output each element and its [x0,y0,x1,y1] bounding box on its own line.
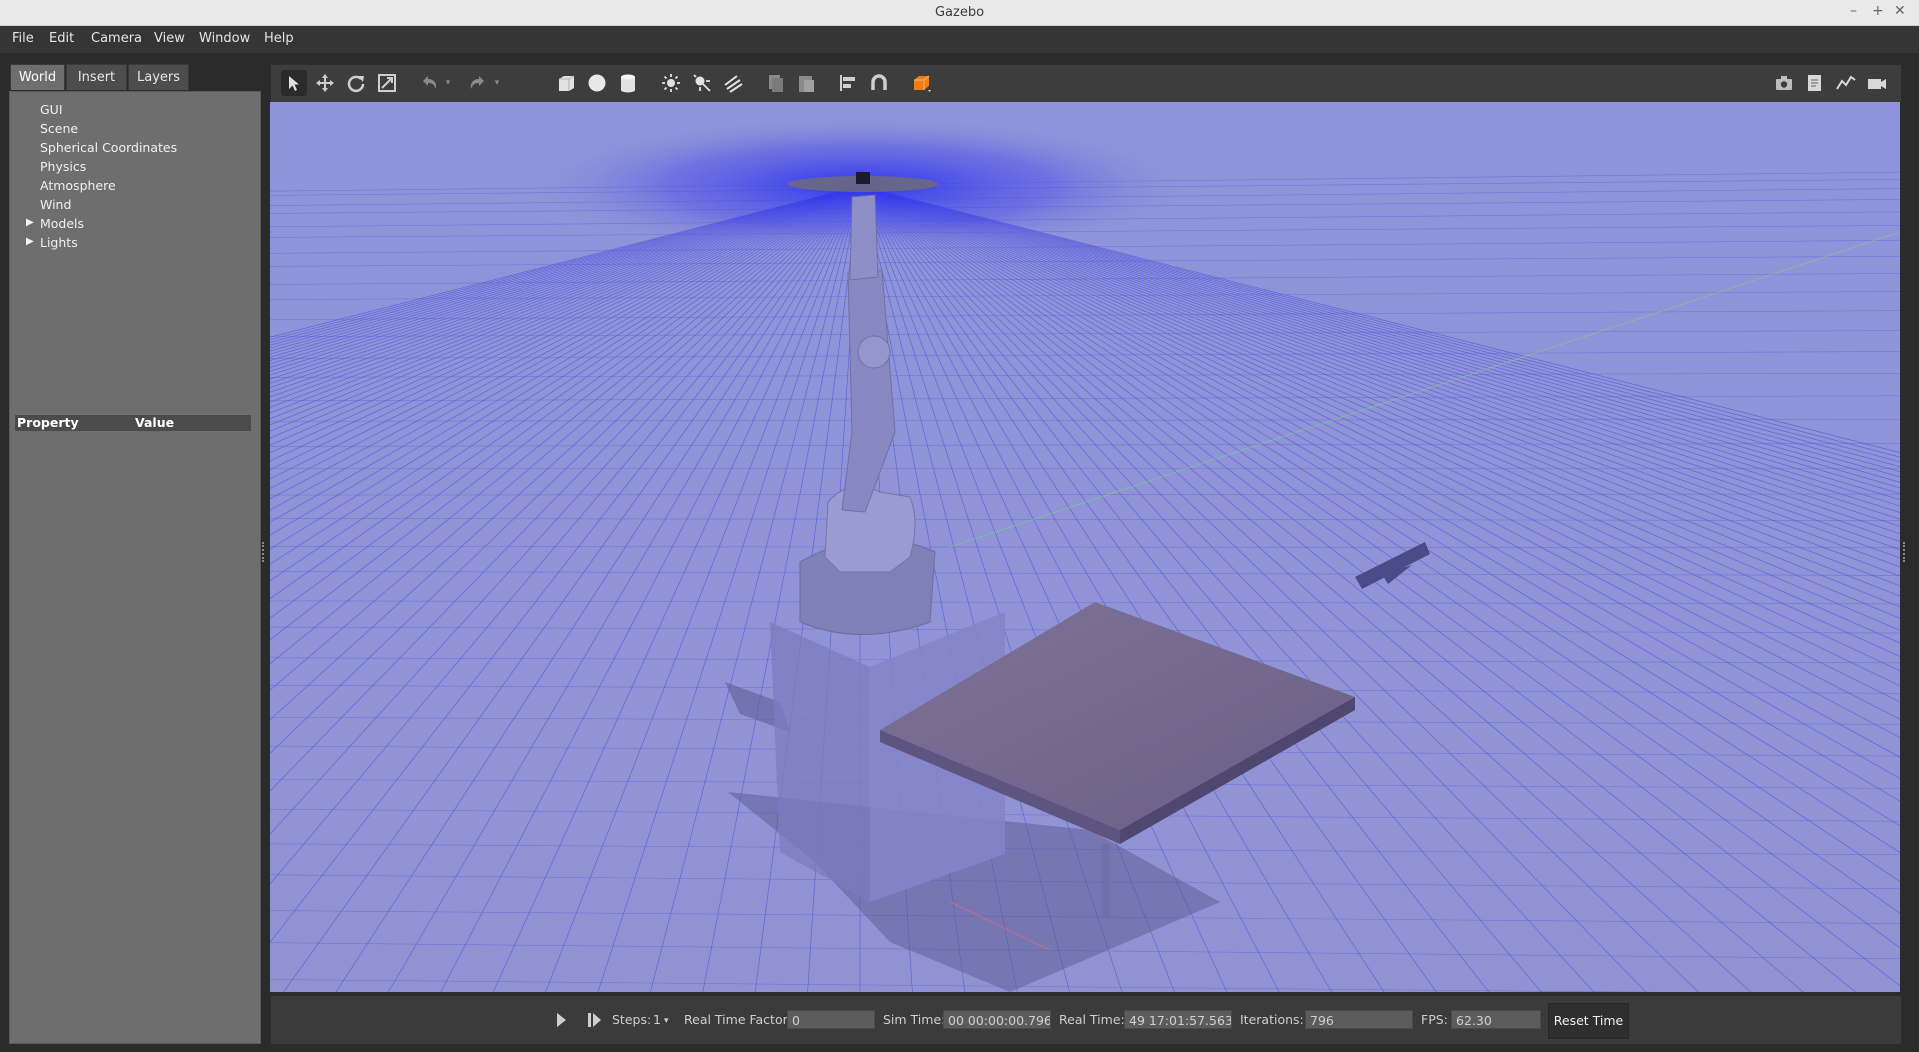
steps-label: Steps: [612,1012,652,1027]
steps-dropdown-icon[interactable]: ▾ [664,1016,669,1026]
log-icon[interactable] [1802,70,1828,96]
tree-item-scene[interactable]: Scene [40,121,78,136]
spot-light-icon[interactable] [689,70,715,96]
redo-icon[interactable] [465,70,491,96]
view-angle-icon[interactable] [908,70,934,96]
tree-item-physics[interactable]: Physics [40,159,86,174]
left-splitter-handle[interactable] [262,542,267,562]
property-column-header: Property [17,415,79,430]
rtf-field: 0 [787,1010,875,1029]
rtf-label: Real Time Factor: [684,1012,792,1027]
scene-render[interactable] [270,102,1900,992]
tree-item-gui[interactable]: GUI [40,102,63,117]
reset-time-button[interactable]: Reset Time [1548,1003,1629,1039]
window-title: Gazebo [934,5,985,20]
step-button[interactable] [587,1011,603,1029]
table-leg [1102,844,1110,918]
scene-viewport[interactable] [270,102,1900,992]
menu-file[interactable]: File [12,31,34,46]
sim-time-label: Sim Time: [883,1012,946,1027]
menu-view[interactable]: View [154,31,185,46]
directional-light-icon[interactable] [720,70,746,96]
select-arrow-icon[interactable] [281,70,307,96]
tree-item-atmosphere[interactable]: Atmosphere [40,178,116,193]
step-icon [588,1013,601,1027]
iterations-label: Iterations: [1240,1012,1304,1027]
gripper-tip [856,172,870,184]
paste-icon[interactable] [793,70,819,96]
undo-icon[interactable] [416,70,442,96]
close-button[interactable]: ✕ [1894,3,1906,19]
minimize-button[interactable]: – [1850,3,1857,19]
align-icon[interactable] [835,70,861,96]
tree-item-lights-label: Lights [40,235,78,250]
redo-dropdown-icon[interactable]: ▾ [490,70,504,96]
property-table-header: Property Value [15,415,251,431]
translate-icon[interactable] [312,70,338,96]
tree-item-wind[interactable]: Wind [40,197,71,212]
real-time-label: Real Time: [1059,1012,1125,1027]
toolbar: ▾ ▾ [270,64,1902,103]
tree-item-models[interactable]: ▶ Models [26,216,85,231]
menu-edit[interactable]: Edit [49,31,74,46]
snap-icon[interactable] [866,70,892,96]
box-icon[interactable] [553,70,579,96]
expand-arrow-icon[interactable]: ▶ [26,217,34,228]
world-panel: GUI Scene Spherical Coordinates Physics … [9,91,261,1044]
value-column-header: Value [135,415,175,430]
plot-icon[interactable] [1833,70,1859,96]
rotate-icon[interactable] [343,70,369,96]
screenshot-icon[interactable] [1771,70,1797,96]
tree-item-models-label: Models [40,216,85,231]
fps-field: 62.30 [1451,1010,1541,1029]
menu-bar: File Edit Camera View Window Help [0,26,1919,53]
tab-insert[interactable]: Insert [66,64,127,90]
fps-label: FPS: [1421,1012,1448,1027]
video-record-icon[interactable] [1864,70,1890,96]
tree-item-spherical-coordinates[interactable]: Spherical Coordinates [40,140,177,155]
right-splitter-handle[interactable] [1903,542,1908,562]
scale-icon[interactable] [374,70,400,96]
real-time-field: 49 17:01:57.563 [1124,1010,1232,1029]
maximize-button[interactable]: + [1872,3,1884,19]
sphere-icon[interactable] [584,70,610,96]
iterations-field: 796 [1305,1010,1413,1029]
steps-spinbox[interactable]: 1 [653,1012,661,1027]
cylinder-icon[interactable] [615,70,641,96]
tab-layers[interactable]: Layers [128,64,189,90]
copy-icon[interactable] [762,70,788,96]
menu-camera[interactable]: Camera [91,31,142,46]
tab-world[interactable]: World [10,64,65,90]
play-button[interactable] [554,1011,568,1029]
simulation-bar: Steps: 1 ▾ Real Time Factor: 0 Sim Time:… [270,995,1902,1045]
menu-help[interactable]: Help [264,31,294,46]
tree-item-lights[interactable]: ▶ Lights [26,235,78,250]
robot-wrist [849,194,879,281]
menu-window[interactable]: Window [199,31,250,46]
play-icon [557,1013,566,1027]
sim-time-field: 00 00:00:00.796 [943,1010,1051,1029]
expand-arrow-icon[interactable]: ▶ [26,236,34,247]
undo-dropdown-icon[interactable]: ▾ [441,70,455,96]
title-bar: Gazebo – + ✕ [0,0,1919,26]
point-light-icon[interactable] [658,70,684,96]
robot-elbow [857,335,891,369]
